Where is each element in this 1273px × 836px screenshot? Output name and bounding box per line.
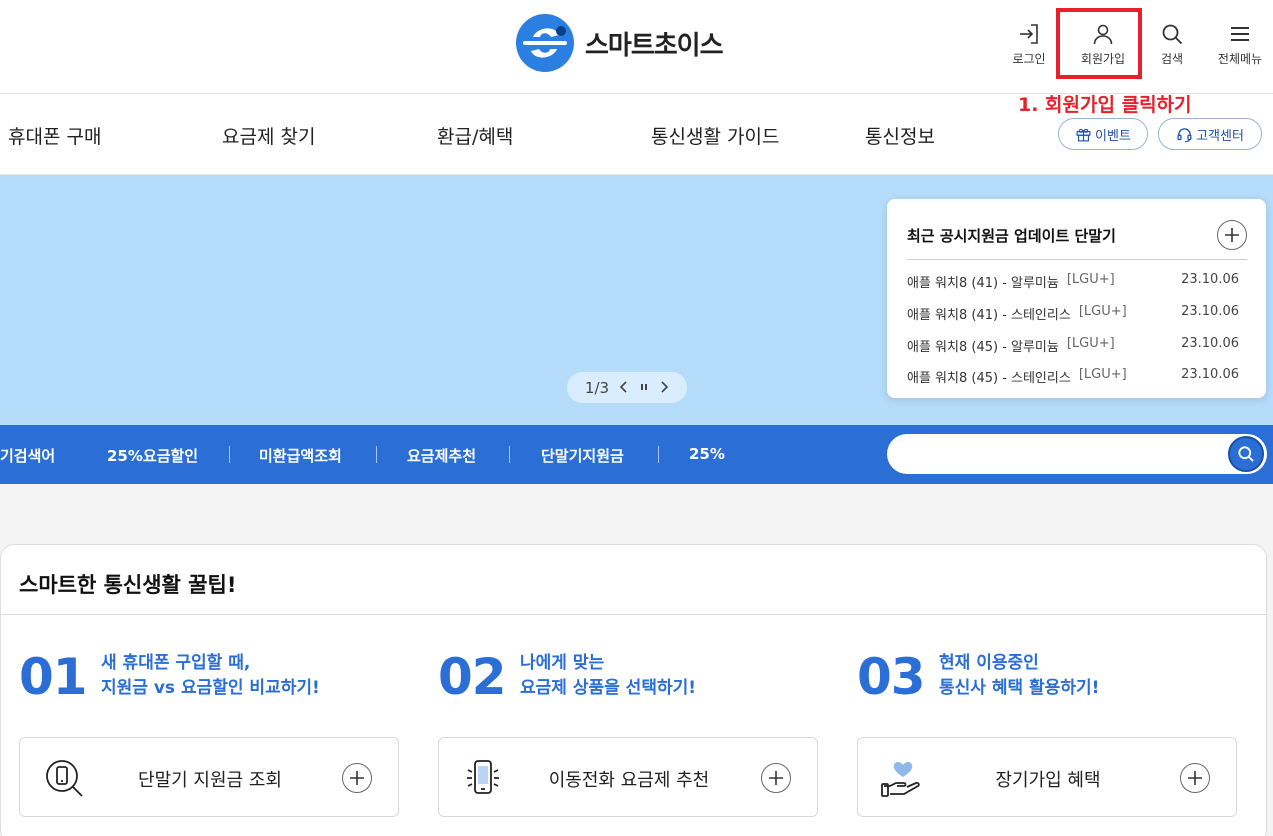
tip-line: 현재 이용중인 <box>939 653 1039 673</box>
tip-description: 새 휴대폰 구입할 때, 지원금 vs 요금할인 비교하기! <box>101 651 320 701</box>
plus-icon <box>769 771 783 785</box>
search-submit-button[interactable] <box>1228 436 1264 472</box>
login-button[interactable]: 로그인 <box>994 22 1064 67</box>
nav-item-phone-purchase[interactable]: 휴대폰 구매 <box>8 122 101 149</box>
search-input[interactable] <box>903 442 1223 466</box>
event-button[interactable]: 이벤트 <box>1058 118 1148 150</box>
long-term-benefit-button[interactable]: 장기가입 혜택 <box>857 737 1237 817</box>
menu-icon <box>1231 27 1249 41</box>
nav-item-telecom-info[interactable]: 통신정보 <box>865 122 935 149</box>
device-date: 23.10.06 <box>1181 272 1239 287</box>
tip-description: 현재 이용중인 통신사 혜택 활용하기! <box>939 651 1099 701</box>
nav-item-telecom-guide[interactable]: 통신생활 가이드 <box>651 122 779 149</box>
slider-pause-button[interactable] <box>639 379 649 397</box>
search-button[interactable]: 검색 <box>1137 22 1207 67</box>
mobile-plan-recommend-button[interactable]: 이동전화 요금제 추천 <box>438 737 818 817</box>
slider-counter: 1/3 <box>584 378 610 397</box>
tip-line: 요금제 상품을 선택하기! <box>520 678 696 698</box>
all-menu-label: 전체메뉴 <box>1217 52 1263 66</box>
device-date: 23.10.06 <box>1181 304 1239 319</box>
tip-number: 03 <box>857 648 926 706</box>
tips-card: 스마트한 통신생활 꿀팁! 01 새 휴대폰 구입할 때, 지원금 vs 요금할… <box>0 544 1267 836</box>
tip-box-plus-button <box>761 763 791 793</box>
brand-name: 스마트초이스 <box>585 30 724 61</box>
keyword-separator <box>376 446 377 463</box>
device-carrier: [LGU+] <box>1078 367 1127 382</box>
tips-title: 스마트한 통신생활 꿀팁! <box>19 573 237 597</box>
event-label: 이벤트 <box>1095 128 1131 144</box>
device-name: 애플 워치8 (45) - 알루미늄 <box>907 340 1059 355</box>
tip-line: 통신사 혜택 활용하기! <box>939 678 1100 698</box>
plus-icon <box>1188 771 1202 785</box>
device-subsidy-lookup-button[interactable]: 단말기 지원금 조회 <box>19 737 399 817</box>
device-update-card: 최근 공시지원금 업데이트 단말기 애플 워치8 (41) - 알루미늄 [LG… <box>887 199 1266 398</box>
slider-next-button[interactable] <box>659 379 669 397</box>
pause-icon <box>641 383 648 390</box>
device-update-more-button[interactable] <box>1217 220 1247 250</box>
site-logo[interactable]: 스마트초이스 <box>515 13 724 73</box>
tip-line: 지원금 vs 요금할인 비교하기! <box>101 678 320 698</box>
signup-highlight-box <box>1056 8 1142 79</box>
device-update-row[interactable]: 애플 워치8 (41) - 알루미늄 [LGU+] 23.10.06 <box>907 272 1239 291</box>
device-update-row[interactable]: 애플 워치8 (45) - 알루미늄 [LGU+] 23.10.06 <box>907 336 1239 355</box>
device-date: 23.10.06 <box>1181 336 1239 351</box>
keyword-separator <box>229 446 230 463</box>
device-date: 23.10.06 <box>1181 367 1239 382</box>
chevron-left-icon <box>619 380 627 393</box>
search-icon <box>1162 24 1183 45</box>
tip-box-plus-button <box>342 763 372 793</box>
device-update-row[interactable]: 애플 워치8 (45) - 스테인리스 [LGU+] 23.10.06 <box>907 367 1239 386</box>
keyword-separator <box>509 446 510 463</box>
slider-prev-button[interactable] <box>619 379 629 397</box>
tip-box-plus-button <box>1180 763 1210 793</box>
device-update-divider <box>907 259 1247 260</box>
search-label: 검색 <box>1160 52 1184 66</box>
login-label: 로그인 <box>1012 52 1046 66</box>
keyword-link[interactable]: 요금제추천 <box>407 445 476 466</box>
tip-line: 나에게 맞는 <box>520 653 605 673</box>
tip-description: 나에게 맞는 요금제 상품을 선택하기! <box>520 651 696 701</box>
tips-divider <box>1 614 1266 615</box>
tip-line: 새 휴대폰 구입할 때, <box>101 653 251 673</box>
search-box <box>887 434 1267 474</box>
nav-item-refund-benefit[interactable]: 환급/혜택 <box>437 122 513 149</box>
device-update-title: 최근 공시지원금 업데이트 단말기 <box>907 227 1116 245</box>
keyword-link[interactable]: 단말기지원금 <box>541 445 624 466</box>
headset-icon <box>1177 127 1192 142</box>
login-icon <box>1020 24 1038 44</box>
tip-number: 01 <box>19 648 88 706</box>
plus-icon <box>1225 228 1239 242</box>
slider-controls: 1/3 <box>567 372 687 403</box>
chevron-right-icon <box>661 380 669 393</box>
search-icon <box>1238 446 1254 462</box>
device-name: 애플 워치8 (41) - 알루미늄 <box>907 276 1059 291</box>
plus-icon <box>350 771 364 785</box>
keyword-link[interactable]: 25% <box>689 445 725 463</box>
device-update-row[interactable]: 애플 워치8 (41) - 스테인리스 [LGU+] 23.10.06 <box>907 304 1239 323</box>
device-name: 애플 워치8 (45) - 스테인리스 <box>907 371 1071 386</box>
all-menu-button[interactable]: 전체메뉴 <box>1205 22 1273 67</box>
device-carrier: [LGU+] <box>1066 272 1115 287</box>
customer-center-label: 고객센터 <box>1196 128 1244 144</box>
device-name: 애플 워치8 (41) - 스테인리스 <box>907 308 1071 323</box>
customer-center-button[interactable]: 고객센터 <box>1158 118 1262 150</box>
site-header: 스마트초이스 로그인 회원가입 검색 전체메뉴 <box>0 0 1273 94</box>
page: 스마트초이스 로그인 회원가입 검색 전체메뉴 1. 회원가입 클릭하기 휴대폰… <box>0 0 1273 836</box>
nav-item-plan-search[interactable]: 요금제 찾기 <box>222 122 315 149</box>
tip-number: 02 <box>438 648 507 706</box>
device-carrier: [LGU+] <box>1078 304 1127 319</box>
keyword-link[interactable]: 미환급액조회 <box>259 445 342 466</box>
popular-keywords-title: 기검색어 <box>0 447 56 465</box>
popular-keywords-bar: 기검색어 25%요금할인 미환급액조회 요금제추천 단말기지원금 25% <box>0 425 1273 484</box>
keyword-separator <box>658 446 659 463</box>
keyword-link[interactable]: 25%요금할인 <box>107 445 198 466</box>
device-carrier: [LGU+] <box>1066 336 1115 351</box>
main-nav: 휴대폰 구매 요금제 찾기 환급/혜택 통신생활 가이드 통신정보 이벤트 고객… <box>0 94 1273 175</box>
gift-icon <box>1076 128 1091 141</box>
logo-icon <box>516 14 574 72</box>
